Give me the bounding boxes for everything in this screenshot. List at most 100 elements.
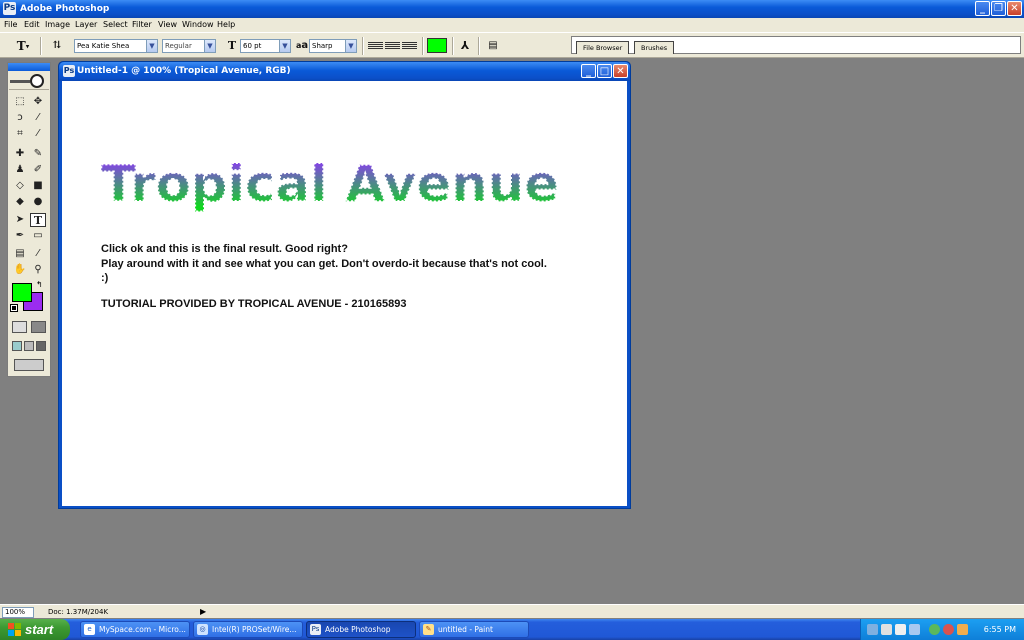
font-style-select[interactable]: Regular ▼ xyxy=(162,39,216,53)
security-icon[interactable] xyxy=(929,624,940,635)
toolbox: ⬚ ✥ ↄ ⁄ ⌗ ⁄ ✚ ✎ ♟ ✐ ◇ ■ ◆ ● ➤ T ✒ ▭ ▤ ⁄ … xyxy=(7,62,51,377)
start-button[interactable]: start xyxy=(0,619,70,640)
internet-explorer-icon: e xyxy=(84,624,95,635)
antialias-select[interactable]: Sharp ▼ xyxy=(309,39,357,53)
status-menu-arrow-icon[interactable]: ▶ xyxy=(200,607,206,617)
menu-view[interactable]: View xyxy=(158,19,177,31)
path-selection-tool-icon[interactable]: ➤ xyxy=(12,213,28,227)
status-bar: 100% Doc: 1.37M/204K ▶ xyxy=(0,604,1024,618)
eyedropper-tool-icon[interactable]: ⁄ xyxy=(30,247,46,261)
document-line-4: TUTORIAL PROVIDED BY TROPICAL AVENUE - 2… xyxy=(101,298,407,310)
font-size-value: 60 pt xyxy=(243,42,262,50)
palettes-icon[interactable]: ▤ xyxy=(486,38,500,54)
zoom-tool-icon[interactable]: ⚲ xyxy=(30,263,46,277)
move-tool-icon[interactable]: ✥ xyxy=(30,95,46,109)
document-title: Untitled-1 @ 100% (Tropical Avenue, RGB) xyxy=(77,66,291,76)
full-screen-menu-mode-icon[interactable] xyxy=(24,341,34,351)
photoshop-app-icon[interactable]: Ps xyxy=(3,2,16,15)
align-center-icon[interactable] xyxy=(385,42,400,50)
eraser-tool-icon[interactable]: ◇ xyxy=(12,179,28,193)
gradient-tool-icon[interactable]: ■ xyxy=(30,179,46,193)
doc-maximize-button[interactable]: □ xyxy=(597,64,612,78)
full-screen-mode-icon[interactable] xyxy=(36,341,46,351)
blur-tool-icon[interactable]: ◆ xyxy=(12,195,28,209)
task-myspace[interactable]: e MySpace.com - Micro... xyxy=(80,621,190,638)
windows-logo-icon xyxy=(8,623,21,636)
doc-close-button[interactable]: ✕ xyxy=(613,64,628,78)
align-right-icon[interactable] xyxy=(402,42,417,50)
menu-edit[interactable]: Edit xyxy=(24,19,40,31)
shape-tool-icon[interactable]: ▭ xyxy=(30,229,46,243)
magic-wand-tool-icon[interactable]: ⁄ xyxy=(30,111,46,125)
document-canvas[interactable]: Tropical Avenue Click ok and this is the… xyxy=(62,81,627,506)
menu-window[interactable]: Window xyxy=(182,19,214,31)
system-tray: 6:55 PM xyxy=(860,619,1024,640)
artwork-text: Tropical Avenue xyxy=(101,155,559,213)
maximize-button[interactable]: ❐ xyxy=(991,1,1006,16)
menu-file[interactable]: File xyxy=(4,19,17,31)
adobe-online-icon[interactable] xyxy=(9,72,49,90)
minimize-button[interactable]: _ xyxy=(975,1,990,16)
tab-brushes[interactable]: Brushes xyxy=(634,41,675,54)
chevron-down-icon: ▼ xyxy=(345,40,356,52)
quick-mask-mode-icon[interactable] xyxy=(31,321,46,333)
clone-stamp-tool-icon[interactable]: ♟ xyxy=(12,163,28,177)
dodge-tool-icon[interactable]: ● xyxy=(30,195,46,209)
menu-help[interactable]: Help xyxy=(217,19,235,31)
photoshop-icon: Ps xyxy=(310,624,321,635)
menu-filter[interactable]: Filter xyxy=(132,19,152,31)
font-size-select[interactable]: 60 pt ▼ xyxy=(240,39,291,53)
tab-file-browser[interactable]: File Browser xyxy=(576,41,630,54)
antialias-value: Sharp xyxy=(312,42,333,50)
healing-brush-tool-icon[interactable]: ✚ xyxy=(12,147,28,161)
text-orientation-icon[interactable]: ⇅ xyxy=(50,38,64,54)
warp-text-icon[interactable]: ⅄ xyxy=(458,38,472,54)
align-left-icon[interactable] xyxy=(368,42,383,50)
menu-bar: File Edit Image Layer Select Filter View… xyxy=(0,18,1024,32)
pen-tool-icon[interactable]: ✒ xyxy=(12,229,28,243)
minimize-icon: _ xyxy=(586,66,591,77)
document-line-3: :) xyxy=(101,272,109,284)
menu-image[interactable]: Image xyxy=(45,19,70,31)
doc-minimize-button[interactable]: _ xyxy=(581,64,596,78)
maximize-icon: □ xyxy=(599,66,610,77)
standard-mode-icon[interactable] xyxy=(12,321,27,333)
notes-tool-icon[interactable]: ▤ xyxy=(12,247,28,261)
menu-select[interactable]: Select xyxy=(103,19,128,31)
taskbar: start e MySpace.com - Micro... ◎ Intel(R) … xyxy=(0,619,1024,640)
menu-layer[interactable]: Layer xyxy=(75,19,97,31)
task-paint[interactable]: ✎ untitled - Paint xyxy=(419,621,529,638)
text-color-swatch[interactable] xyxy=(427,38,447,53)
brush-tool-icon[interactable]: ✎ xyxy=(30,147,46,161)
font-family-select[interactable]: Pea Katie Shea ▼ xyxy=(74,39,158,53)
document-title-bar[interactable]: Ps Untitled-1 @ 100% (Tropical Avenue, R… xyxy=(59,62,630,81)
marquee-tool-icon[interactable]: ⬚ xyxy=(12,95,28,109)
slice-tool-icon[interactable]: ⁄ xyxy=(30,127,46,141)
text-color-fill xyxy=(428,39,446,52)
task-adobe-photoshop[interactable]: Ps Adobe Photoshop xyxy=(306,621,416,638)
lasso-tool-icon[interactable]: ↄ xyxy=(12,111,28,125)
display-icon[interactable] xyxy=(881,624,892,635)
antialias-icon: aa xyxy=(296,40,309,51)
type-tool-icon[interactable]: T xyxy=(30,213,46,227)
wireless-icon: ◎ xyxy=(197,624,208,635)
standard-screen-mode-icon[interactable] xyxy=(12,341,22,351)
default-colors-icon[interactable] xyxy=(10,304,18,312)
history-brush-tool-icon[interactable]: ✐ xyxy=(30,163,46,177)
task-intel-proset[interactable]: ◎ Intel(R) PROSet/Wire... xyxy=(193,621,303,638)
help-icon[interactable] xyxy=(895,624,906,635)
type-tool-preset-icon[interactable]: T▾ xyxy=(14,38,32,54)
hand-tool-icon[interactable]: ✋ xyxy=(12,263,28,277)
tropical-avenue-text-artwork: Tropical Avenue xyxy=(100,154,560,214)
swap-colors-icon[interactable]: ↰ xyxy=(36,280,43,289)
crop-tool-icon[interactable]: ⌗ xyxy=(12,127,28,141)
jump-to-imageready-icon[interactable] xyxy=(14,359,44,371)
volume-icon[interactable] xyxy=(909,624,920,635)
toolbox-header[interactable] xyxy=(8,63,50,71)
close-button[interactable]: ✕ xyxy=(1007,1,1022,16)
antivirus-icon[interactable] xyxy=(943,624,954,635)
network-icon[interactable] xyxy=(867,624,878,635)
zoom-field[interactable]: 100% xyxy=(2,607,34,618)
messenger-icon[interactable] xyxy=(957,624,968,635)
document-icon[interactable]: Ps xyxy=(63,65,75,77)
